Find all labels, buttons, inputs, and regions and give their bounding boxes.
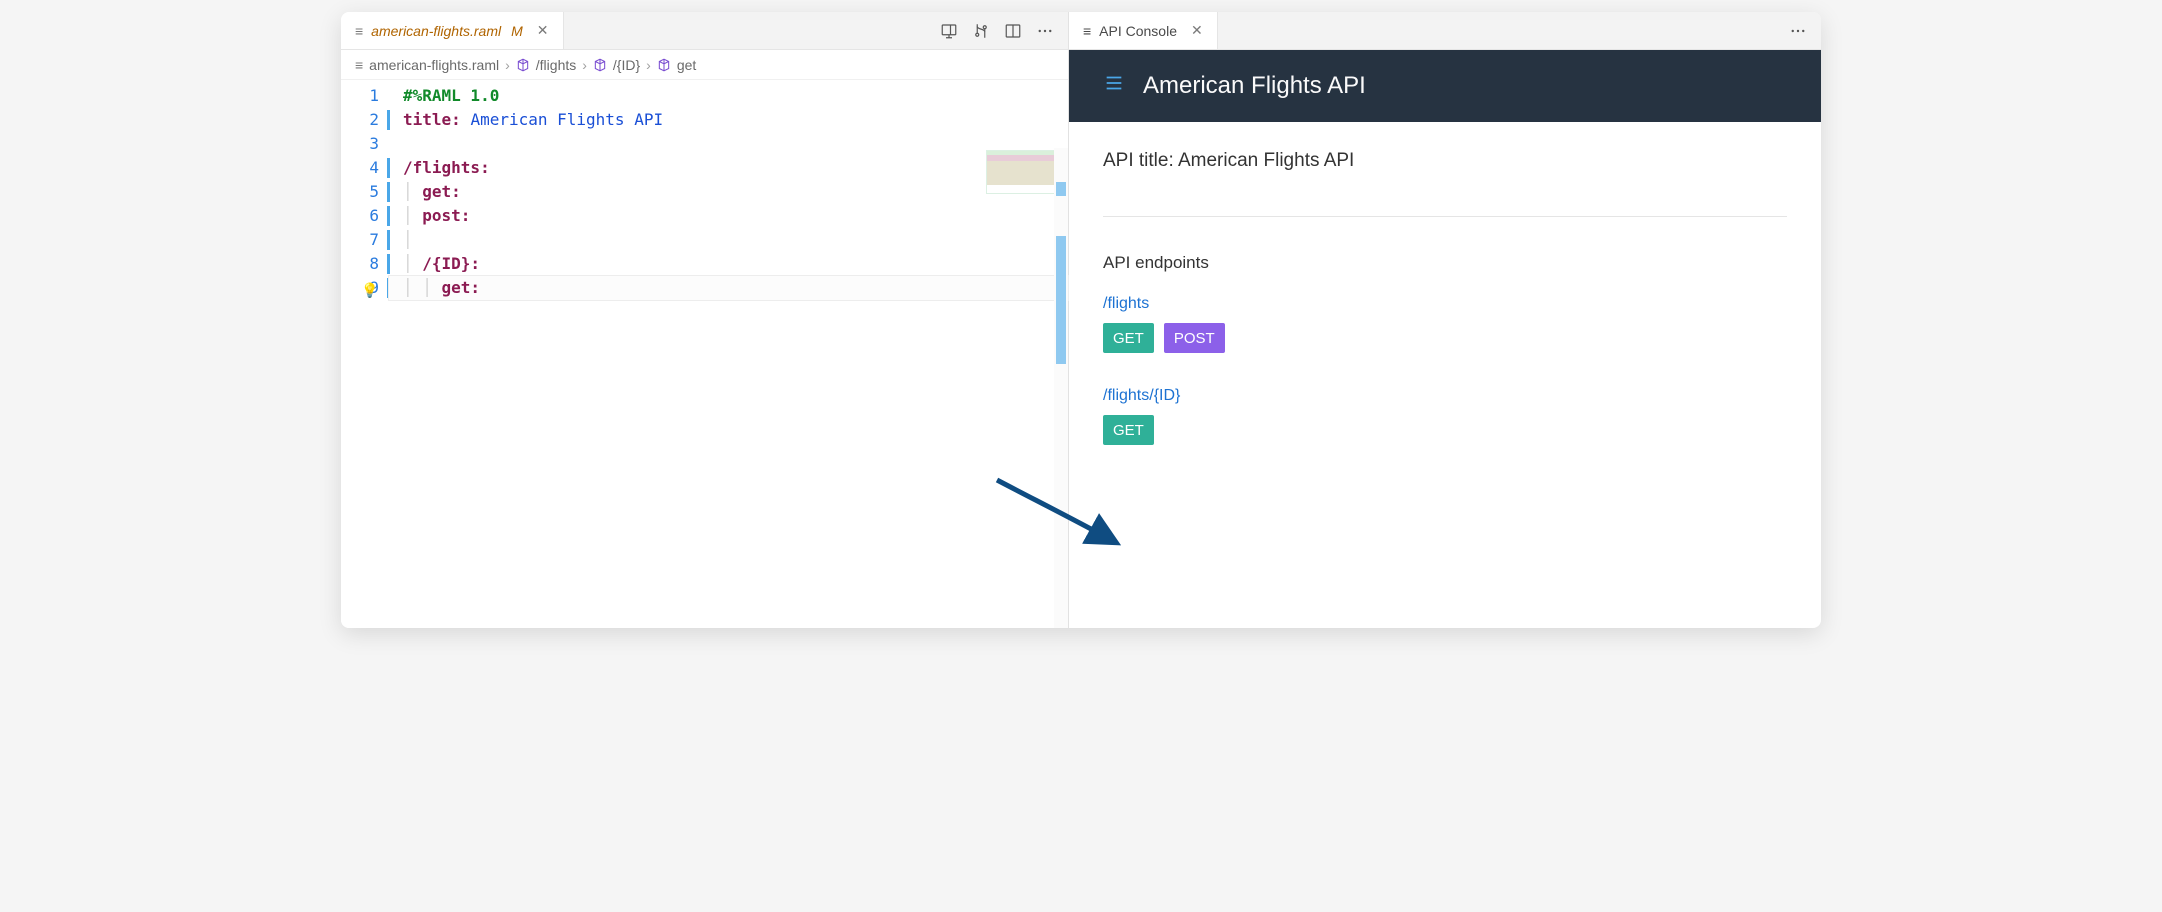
api-console-body: API title: American Flights API API endp… xyxy=(1069,122,1821,628)
line-number: 1 xyxy=(341,84,379,108)
breadcrumb-part: /flights xyxy=(536,57,576,73)
line-number: 5 xyxy=(341,180,379,204)
scrollbar[interactable] xyxy=(1054,148,1068,628)
console-tab-label: API Console xyxy=(1099,23,1177,39)
file-icon: ≡ xyxy=(355,24,363,38)
more-icon[interactable] xyxy=(1789,22,1807,40)
api-title-line: API title: American Flights API xyxy=(1103,150,1787,172)
breadcrumb-file: american-flights.raml xyxy=(369,57,499,73)
compare-icon[interactable] xyxy=(972,22,990,40)
cube-icon xyxy=(593,58,607,72)
editor-pane: ≡ american-flights.raml M ✕ xyxy=(341,12,1069,628)
line-number: 3 xyxy=(341,132,379,156)
line-number: 4 xyxy=(341,156,379,180)
line-number: 7 xyxy=(341,228,379,252)
code-content[interactable]: #%RAML 1.0title: American Flights API/fl… xyxy=(389,80,1068,628)
tab-filename: american-flights.raml xyxy=(371,23,501,39)
more-icon[interactable] xyxy=(1036,22,1054,40)
method-badge-post[interactable]: POST xyxy=(1164,323,1225,353)
code-editor[interactable]: 123456789 #%RAML 1.0title: American Flig… xyxy=(341,80,1068,628)
lightbulb-icon[interactable]: 💡 xyxy=(361,279,378,303)
code-line[interactable]: │ xyxy=(389,228,1068,252)
hamburger-icon[interactable] xyxy=(1103,72,1125,101)
code-line[interactable]: │ get: xyxy=(389,180,1068,204)
method-badge-get[interactable]: GET xyxy=(1103,323,1154,353)
console-tabbar: ≡ API Console ✕ xyxy=(1069,12,1821,50)
endpoint: /flights/{ID} GET xyxy=(1103,387,1787,445)
endpoint-path[interactable]: /flights/{ID} xyxy=(1103,387,1787,405)
breadcrumb-part: /{ID} xyxy=(613,57,640,73)
method-badge-get[interactable]: GET xyxy=(1103,415,1154,445)
file-icon: ≡ xyxy=(355,57,363,73)
code-line[interactable]: #%RAML 1.0 xyxy=(389,84,1068,108)
line-number: 2 xyxy=(341,108,379,132)
cube-icon xyxy=(516,58,530,72)
scrollbar-change-marker xyxy=(1056,236,1066,364)
api-console-header: American Flights API xyxy=(1069,50,1821,122)
code-line[interactable] xyxy=(389,132,1068,156)
endpoint-path[interactable]: /flights xyxy=(1103,295,1787,313)
api-console-title: American Flights API xyxy=(1143,72,1366,100)
code-line[interactable]: 💡│ │ get: xyxy=(389,276,1068,300)
editor-tabbar: ≡ american-flights.raml M ✕ xyxy=(341,12,1068,50)
editor-tab-american-flights[interactable]: ≡ american-flights.raml M ✕ xyxy=(341,12,564,49)
endpoint: /flights GET POST xyxy=(1103,295,1787,353)
scrollbar-change-marker xyxy=(1056,182,1066,196)
preview-icon[interactable] xyxy=(940,22,958,40)
line-gutter: 123456789 xyxy=(341,80,389,628)
breadcrumb-part: get xyxy=(677,57,696,73)
endpoints-heading: API endpoints xyxy=(1103,253,1787,273)
code-line[interactable]: /flights: xyxy=(389,156,1068,180)
tab-api-console[interactable]: ≡ API Console ✕ xyxy=(1069,12,1218,49)
split-editor-icon[interactable] xyxy=(1004,22,1022,40)
code-line[interactable]: title: American Flights API xyxy=(389,108,1068,132)
line-number: 8 xyxy=(341,252,379,276)
divider xyxy=(1103,216,1787,217)
close-icon[interactable]: ✕ xyxy=(537,22,549,39)
code-line[interactable]: │ post: xyxy=(389,204,1068,228)
api-console-pane: ≡ API Console ✕ American Flights API API… xyxy=(1069,12,1821,628)
line-number: 6 xyxy=(341,204,379,228)
cube-icon xyxy=(657,58,671,72)
close-icon[interactable]: ✕ xyxy=(1191,22,1203,39)
breadcrumb[interactable]: ≡ american-flights.raml › /flights › /{I… xyxy=(341,50,1068,80)
code-line[interactable]: │ /{ID}: xyxy=(389,252,1068,276)
file-icon: ≡ xyxy=(1083,23,1091,39)
editor-tabbar-actions xyxy=(926,12,1068,49)
tab-modified-marker: M xyxy=(511,23,523,39)
ide-window: ≡ american-flights.raml M ✕ xyxy=(341,12,1821,628)
